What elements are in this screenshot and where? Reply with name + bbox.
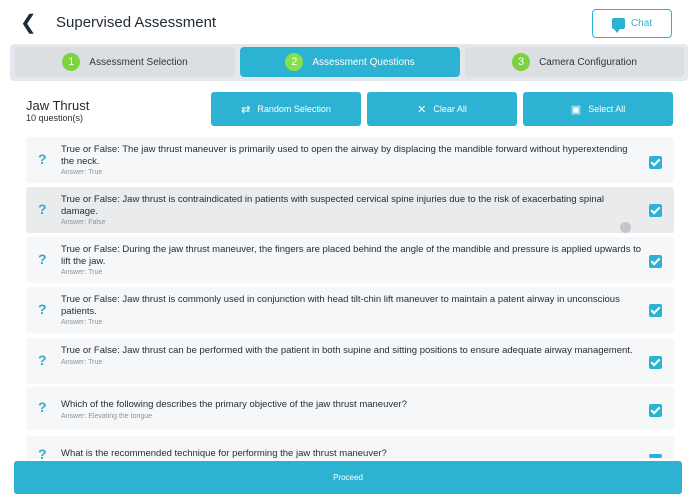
- shuffle-icon: ⇄: [241, 103, 251, 116]
- clear-all-label: Clear All: [433, 104, 467, 114]
- question-checkbox[interactable]: [649, 404, 662, 417]
- question-text: True or False: During the jaw thrust man…: [61, 244, 642, 276]
- question-row[interactable]: ? True or False: The jaw thrust maneuver…: [26, 137, 674, 183]
- chat-button[interactable]: Chat: [592, 9, 672, 38]
- step-number-badge: 1: [62, 53, 81, 71]
- tab-label: Camera Configuration: [539, 56, 637, 68]
- question-text: True or False: Jaw thrust is contraindic…: [61, 194, 641, 227]
- select-all-button[interactable]: ▣ Select All: [523, 92, 673, 126]
- tab-assessment-questions[interactable]: 2 Assessment Questions: [240, 47, 460, 77]
- random-selection-label: Random Selection: [257, 104, 331, 114]
- question-row[interactable]: ? True or False: Jaw thrust is contraind…: [26, 187, 674, 233]
- question-mark-icon: ?: [38, 352, 47, 368]
- question-checkbox[interactable]: [649, 255, 662, 268]
- question-list: ? True or False: The jaw thrust maneuver…: [26, 134, 674, 459]
- random-selection-button[interactable]: ⇄ Random Selection: [211, 92, 361, 126]
- question-checkbox[interactable]: [649, 156, 662, 169]
- question-row[interactable]: ? True or False: Jaw thrust is commonly …: [26, 287, 674, 333]
- back-chevron-icon[interactable]: ❮: [20, 12, 42, 34]
- page-title: Supervised Assessment: [56, 14, 217, 31]
- touch-indicator: [620, 222, 631, 233]
- step-tabs: 1 Assessment Selection 2 Assessment Ques…: [10, 44, 688, 81]
- question-answer: Answer: True: [61, 269, 103, 276]
- question-text: True or False: Jaw thrust can be perform…: [61, 345, 641, 367]
- clear-all-button[interactable]: ✕ Clear All: [367, 92, 517, 126]
- question-mark-icon: ?: [38, 301, 47, 317]
- question-answer: Answer: False: [61, 219, 106, 226]
- question-answer: Answer: True: [61, 319, 103, 326]
- select-all-icon: ▣: [570, 103, 582, 116]
- tab-label: Assessment Selection: [89, 56, 188, 68]
- question-mark-icon: ?: [38, 201, 47, 217]
- question-mark-icon: ?: [38, 446, 47, 459]
- question-row[interactable]: ? True or False: Jaw thrust can be perfo…: [26, 338, 674, 384]
- tab-label: Assessment Questions: [312, 56, 415, 68]
- question-row[interactable]: ? Which of the following describes the p…: [26, 387, 674, 430]
- app-header: ❮ Supervised Assessment Chat: [0, 0, 695, 46]
- close-icon: ✕: [417, 103, 427, 116]
- chat-button-label: Chat: [630, 18, 653, 29]
- select-all-label: Select All: [588, 104, 626, 114]
- question-text: Which of the following describes the pri…: [61, 399, 641, 421]
- question-answer: Answer: True: [61, 169, 103, 176]
- question-row[interactable]: ? What is the recommended technique for …: [26, 436, 674, 459]
- question-checkbox[interactable]: [649, 204, 662, 217]
- tab-camera-configuration[interactable]: 3 Camera Configuration: [465, 47, 684, 77]
- step-number-badge: 2: [285, 53, 304, 71]
- question-row[interactable]: ? True or False: During the jaw thrust m…: [26, 237, 674, 283]
- proceed-button[interactable]: Proceed: [14, 461, 682, 494]
- question-checkbox[interactable]: [649, 356, 662, 369]
- question-answer: Answer: True: [61, 358, 103, 366]
- question-mark-icon: ?: [38, 251, 47, 267]
- question-checkbox[interactable]: [649, 304, 662, 317]
- question-text: True or False: The jaw thrust maneuver i…: [61, 144, 641, 177]
- question-mark-icon: ?: [38, 399, 47, 415]
- section-title: Jaw Thrust: [26, 98, 90, 113]
- question-text: What is the recommended technique for pe…: [61, 448, 387, 459]
- question-answer: Answer: Elevating the tongue: [61, 412, 153, 420]
- tab-assessment-selection[interactable]: 1 Assessment Selection: [15, 47, 235, 77]
- step-number-badge: 3: [512, 53, 531, 71]
- chat-bubble-icon: [611, 18, 625, 33]
- question-checkbox[interactable]: [649, 454, 662, 458]
- question-text: True or False: Jaw thrust is commonly us…: [61, 294, 641, 327]
- question-count: 10 question(s): [26, 113, 84, 123]
- question-mark-icon: ?: [38, 151, 47, 167]
